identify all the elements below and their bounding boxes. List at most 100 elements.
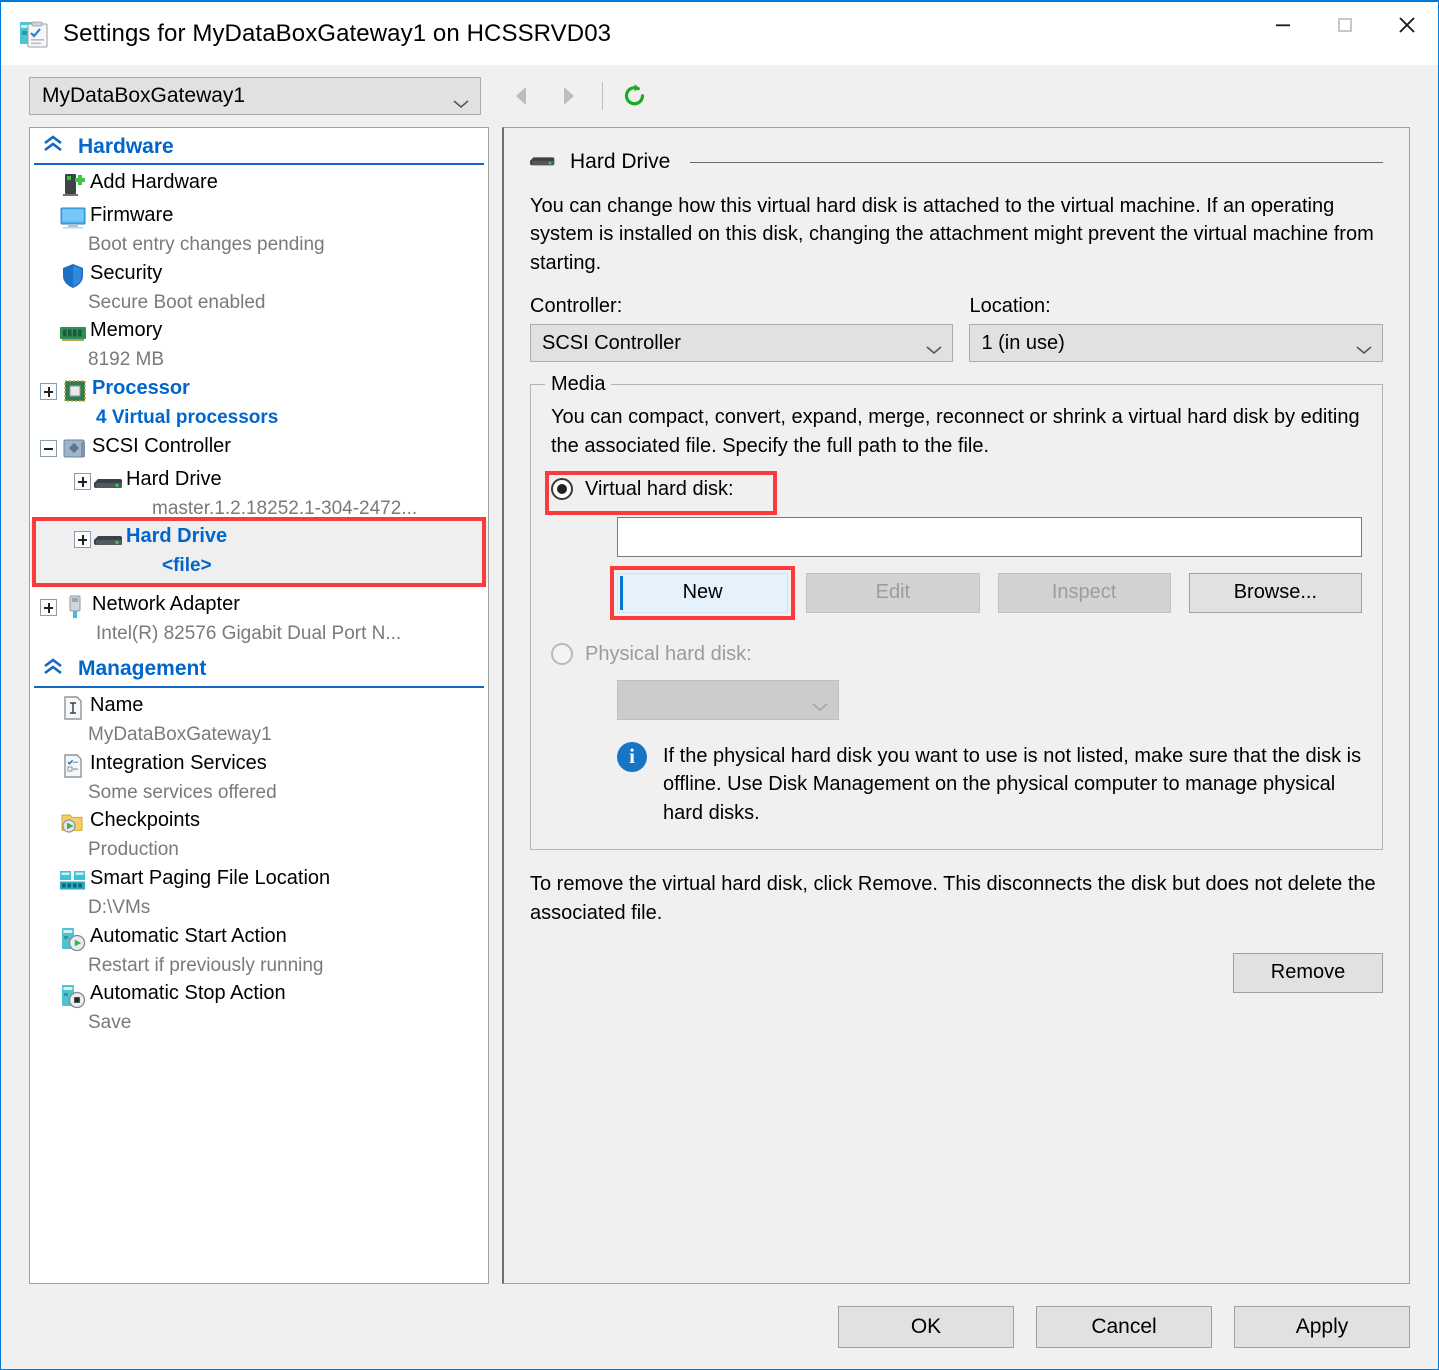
expander-plus-icon[interactable] <box>38 597 58 617</box>
forward-arrow-icon[interactable] <box>545 76 591 116</box>
expander-plus-icon[interactable] <box>72 529 92 549</box>
security-shield-icon <box>56 262 90 290</box>
maximize-icon[interactable] <box>1314 2 1376 48</box>
network-adapter-icon <box>58 593 92 621</box>
location-label: Location: <box>969 295 1051 318</box>
sidebar-item-name[interactable]: Name <box>30 690 488 723</box>
ok-button[interactable]: OK <box>838 1305 1014 1348</box>
physical-hard-disk-radio[interactable] <box>551 643 573 666</box>
sidebar-item-label: Smart Paging File Location <box>90 866 331 889</box>
sidebar-item-memory[interactable]: Memory <box>30 315 488 348</box>
physical-hard-disk-radio-row[interactable]: Physical hard disk: <box>551 643 1362 666</box>
sidebar-item-automatic-start-action[interactable]: Automatic Start Action <box>30 921 488 954</box>
sidebar-item-hard-drive-2[interactable]: Hard Drive <box>30 521 488 555</box>
add-hardware-icon <box>56 171 90 199</box>
controller-dropdown[interactable]: SCSI Controller <box>530 324 954 363</box>
sidebar-item-sub: Secure Boot enabled <box>88 291 266 313</box>
expander-placeholder <box>36 175 56 195</box>
virtual-hard-disk-radio-row[interactable]: Virtual hard disk: <box>545 470 1362 515</box>
group-label-hardware: Hardware <box>78 134 174 158</box>
apply-button[interactable]: Apply <box>1234 1305 1410 1348</box>
sidebar-item-sub: MyDataBoxGateway1 <box>88 723 272 745</box>
remove-button[interactable]: Remove <box>1233 952 1383 993</box>
expander-plus-icon[interactable] <box>38 381 58 401</box>
sidebar-item-checkpoints[interactable]: Checkpoints <box>30 805 488 838</box>
inspect-button: Inspect <box>997 572 1171 613</box>
sidebar-item-sub: D:\VMs <box>88 896 151 918</box>
sidebar-item-label: Processor <box>92 377 190 400</box>
media-legend: Media <box>545 373 612 397</box>
minimize-icon[interactable] <box>1252 2 1314 48</box>
expander-placeholder <box>36 698 56 718</box>
browse-button[interactable]: Browse... <box>1188 572 1362 613</box>
sidebar-item-sub: 4 Virtual processors <box>96 407 279 429</box>
virtual-hard-disk-radio[interactable] <box>551 478 573 501</box>
chevron-down-icon <box>811 695 829 712</box>
hard-drive-description: You can change how this virtual hard dis… <box>530 195 1374 274</box>
management-items: Name MyDataBoxGateway1 Integration Servi… <box>30 688 488 1036</box>
media-groupbox: Media You can compact, convert, expand, … <box>530 373 1383 851</box>
toolbar: MyDataBoxGateway1 <box>1 65 1438 127</box>
sidebar-item-add-hardware[interactable]: Add Hardware <box>30 167 488 200</box>
sidebar-item-security[interactable]: Security <box>30 258 488 291</box>
window-controls <box>1252 2 1438 65</box>
expander-placeholder <box>36 756 56 776</box>
hardware-items: Add Hardware Firmware Boot entry changes… <box>30 165 488 647</box>
title-bar: Settings for MyDataBoxGateway1 on HCSSRV… <box>1 2 1438 65</box>
physical-hard-disk-label: Physical hard disk: <box>585 642 752 665</box>
sidebar-item-label: Hard Drive <box>126 525 228 548</box>
hard-drive-icon <box>530 152 556 172</box>
hard-drive-icon <box>92 468 126 496</box>
vm-selector-dropdown[interactable]: MyDataBoxGateway1 <box>29 77 481 115</box>
sidebar-item-sub: Save <box>88 1012 132 1034</box>
location-field: Location: 1 (in use) <box>969 295 1383 363</box>
group-header-hardware[interactable]: Hardware <box>34 128 484 165</box>
sidebar-item-label: Name <box>90 693 144 716</box>
sidebar-item-sub: Intel(R) 82576 Gigabit Dual Port N... <box>96 623 402 645</box>
edit-button: Edit <box>806 572 980 613</box>
sidebar-item-sub: <file> <box>30 554 488 584</box>
sidebar-item-processor[interactable]: Processor <box>30 373 488 406</box>
processor-icon <box>58 377 92 405</box>
section-header: Hard Drive <box>530 150 1383 174</box>
remove-description: To remove the virtual hard disk, click R… <box>530 873 1376 924</box>
sidebar-item-firmware[interactable]: Firmware <box>30 200 488 233</box>
new-button[interactable]: New <box>617 572 789 613</box>
vhd-path-input[interactable] <box>617 516 1362 557</box>
refresh-icon[interactable] <box>614 76 656 116</box>
controller-location-row: Controller: SCSI Controller Location: 1 … <box>530 295 1383 363</box>
controller-label: Controller: <box>530 295 623 318</box>
expander-placeholder <box>36 323 56 343</box>
sidebar-item-smart-paging-file-location[interactable]: Smart Paging File Location <box>30 863 488 896</box>
sidebar-item-scsi-controller[interactable]: SCSI Controller <box>30 431 488 464</box>
chevron-down-icon <box>452 91 470 109</box>
sidebar-item-label: Memory <box>90 319 163 342</box>
sidebar-item-sub: Restart if previously running <box>88 954 324 976</box>
expander-minus-icon[interactable] <box>38 439 58 459</box>
detail-pane: Hard Drive You can change how this virtu… <box>502 127 1410 1284</box>
double-chevron-up-icon <box>42 134 64 159</box>
sidebar-item-automatic-stop-action[interactable]: Automatic Stop Action <box>30 978 488 1011</box>
location-dropdown[interactable]: 1 (in use) <box>969 324 1383 363</box>
media-button-row: New Edit Inspect Browse... <box>610 565 1362 620</box>
expander-placeholder <box>36 266 56 286</box>
sidebar-item-label: Hard Drive <box>126 467 222 490</box>
auto-stop-icon <box>56 982 90 1010</box>
sidebar-item-label: Checkpoints <box>90 809 201 832</box>
sidebar-item-label: Network Adapter <box>92 593 240 616</box>
sidebar-item-hard-drive-1[interactable]: Hard Drive <box>30 464 488 497</box>
media-description: You can compact, convert, expand, merge,… <box>551 406 1360 457</box>
expander-placeholder <box>36 986 56 1006</box>
close-icon[interactable] <box>1376 2 1438 48</box>
sidebar-item-network-adapter[interactable]: Network Adapter <box>30 589 488 622</box>
sidebar-item-sub: Production <box>88 839 179 861</box>
expander-plus-icon[interactable] <box>72 472 92 492</box>
cancel-button[interactable]: Cancel <box>1036 1305 1212 1348</box>
sidebar-item-label: Add Hardware <box>90 171 218 193</box>
virtual-hard-disk-label: Virtual hard disk: <box>585 477 734 500</box>
memory-icon <box>56 319 90 347</box>
back-arrow-icon[interactable] <box>499 76 545 116</box>
controller-value: SCSI Controller <box>542 331 681 354</box>
sidebar-item-integration-services[interactable]: Integration Services <box>30 748 488 781</box>
group-header-management[interactable]: Management <box>34 651 484 688</box>
